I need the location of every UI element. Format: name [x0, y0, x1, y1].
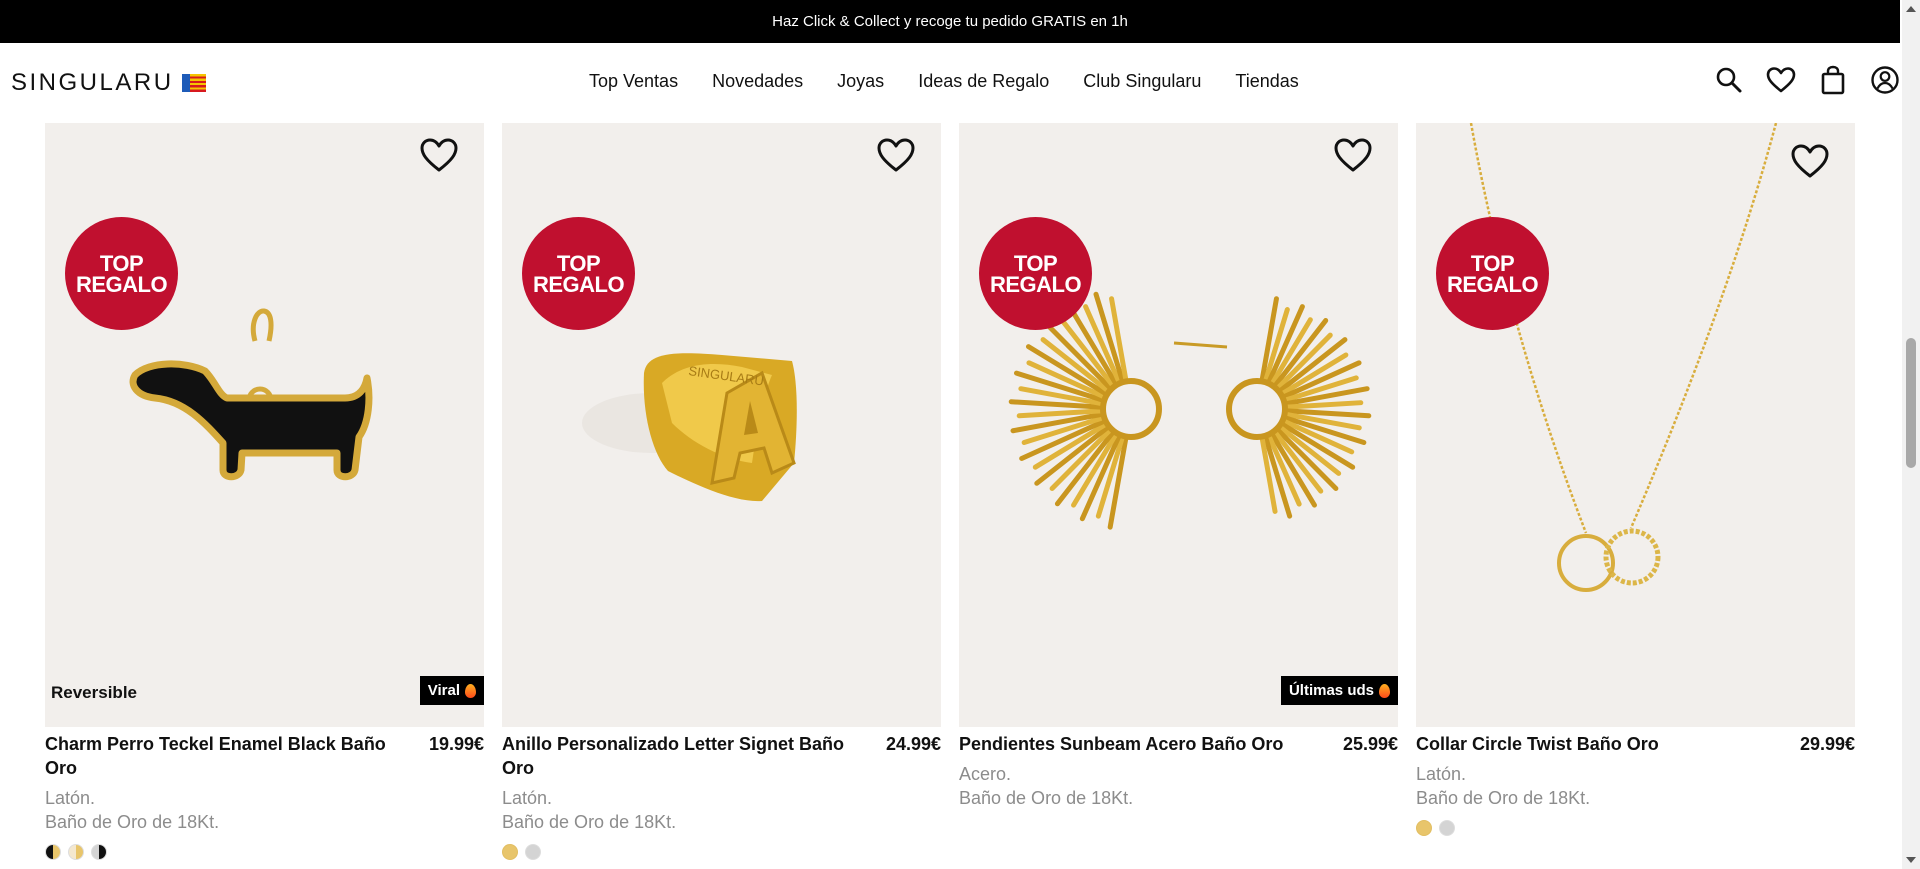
badge-line-1: TOP [1013, 250, 1058, 276]
bag-icon[interactable] [1818, 65, 1848, 95]
product-title[interactable]: Collar Circle Twist Baño Oro [1416, 732, 1659, 756]
swatch-silver-black[interactable] [91, 844, 107, 860]
product-info: Anillo Personalizado Letter Signet Baño … [502, 732, 941, 860]
nav-ideas-de-regalo[interactable]: Ideas de Regalo [918, 71, 1049, 92]
product-price: 24.99€ [885, 734, 941, 754]
last-units-tag: Últimas uds [1280, 676, 1398, 705]
wishlist-heart-icon[interactable] [418, 134, 460, 176]
top-regalo-badge: TOP REGALO [65, 217, 178, 330]
badge-line-1: TOP [99, 250, 144, 276]
product-finish: Baño de Oro de 18Kt. [959, 788, 1134, 808]
main-nav: Top Ventas Novedades Joyas Ideas de Rega… [589, 71, 1299, 92]
product-image[interactable]: TOP REGALO [1416, 123, 1855, 727]
logo[interactable]: SINGULARU [11, 69, 206, 97]
product-image[interactable]: SINGULARU TOP REGALO [502, 123, 941, 727]
wishlist-heart-icon[interactable] [875, 134, 917, 176]
product-title[interactable]: Anillo Personalizado Letter Signet Baño … [502, 732, 847, 780]
flame-icon [1379, 683, 1390, 698]
badge-line-2: REGALO [1446, 271, 1539, 297]
swatch-gold[interactable] [1416, 820, 1432, 836]
earring-hub [1100, 378, 1162, 440]
promo-text: Haz Click & Collect y recoge tu pedido G… [772, 13, 1128, 30]
product-info: Charm Perro Teckel Enamel Black Baño Oro… [45, 732, 484, 860]
product-price: 25.99€ [1342, 734, 1398, 754]
scroll-down-arrow-icon[interactable] [1906, 857, 1916, 863]
product-material: Latón. [502, 788, 553, 808]
viral-tag: Viral [419, 676, 484, 705]
user-icon[interactable] [1870, 65, 1900, 95]
valencia-flag-icon [181, 74, 206, 92]
product-image[interactable]: TOP REGALO Últimas uds [959, 123, 1398, 727]
product-price: 19.99€ [428, 734, 484, 754]
product-finish: Baño de Oro de 18Kt. [45, 812, 220, 832]
product-title[interactable]: Charm Perro Teckel Enamel Black Baño Oro [45, 732, 390, 780]
color-swatches [502, 844, 941, 860]
top-regalo-badge: TOP REGALO [979, 217, 1092, 330]
color-swatches [45, 844, 484, 860]
badge-line-1: TOP [1470, 250, 1515, 276]
nav-joyas[interactable]: Joyas [837, 71, 884, 92]
wishlist-heart-icon[interactable] [1789, 140, 1831, 182]
badge-line-1: TOP [556, 250, 601, 276]
scrollbar-thumb[interactable] [1906, 338, 1916, 468]
scroll-up-arrow-icon[interactable] [1906, 6, 1916, 12]
product-finish: Baño de Oro de 18Kt. [1416, 788, 1591, 808]
earring-hub [1226, 378, 1288, 440]
swatch-gold-cream[interactable] [68, 844, 84, 860]
top-regalo-badge: TOP REGALO [1436, 217, 1549, 330]
badge-line-2: REGALO [75, 271, 168, 297]
product-material: Latón. [45, 788, 96, 808]
site-header: SINGULARU Top Ventas Novedades Joyas Ide… [0, 43, 1900, 122]
nav-top-ventas[interactable]: Top Ventas [589, 71, 678, 92]
swatch-silver[interactable] [525, 844, 541, 860]
nav-club-singularu[interactable]: Club Singularu [1083, 71, 1201, 92]
product-title[interactable]: Pendientes Sunbeam Acero Baño Oro [959, 732, 1283, 756]
reversible-tag: Reversible [51, 683, 137, 702]
color-swatches [1416, 820, 1855, 836]
header-actions [1714, 65, 1900, 95]
letter-ring-image: SINGULARU [582, 353, 797, 502]
swatch-gold-black[interactable] [45, 844, 61, 860]
search-icon[interactable] [1714, 65, 1744, 95]
badge-line-2: REGALO [532, 271, 625, 297]
swatch-gold[interactable] [502, 844, 518, 860]
last-units-tag-label: Últimas uds [1288, 682, 1374, 699]
product-image[interactable]: TOP REGALO Reversible Viral [45, 123, 484, 727]
teckel-charm-image [129, 308, 373, 481]
product-finish: Baño de Oro de 18Kt. [502, 812, 677, 832]
nav-novedades[interactable]: Novedades [712, 71, 803, 92]
page-scrollbar[interactable] [1902, 0, 1920, 869]
sunbeam-earrings-image [1008, 291, 1372, 530]
swatch-silver[interactable] [1439, 820, 1455, 836]
circle-twist-necklace-image [1469, 123, 1778, 592]
flame-icon [465, 683, 476, 698]
product-info: Pendientes Sunbeam Acero Baño Oro 25.99€… [959, 732, 1398, 810]
product-info: Collar Circle Twist Baño Oro 29.99€ Lató… [1416, 732, 1855, 836]
promo-bar[interactable]: Haz Click & Collect y recoge tu pedido G… [0, 0, 1900, 43]
product-material: Latón. [1416, 764, 1467, 784]
product-price: 29.99€ [1799, 734, 1855, 754]
heart-icon[interactable] [1766, 65, 1796, 95]
top-regalo-badge: TOP REGALO [522, 217, 635, 330]
badge-line-2: REGALO [989, 271, 1082, 297]
viral-tag-label: Viral [427, 682, 460, 699]
logo-text: SINGULARU [11, 69, 174, 96]
wishlist-heart-icon[interactable] [1332, 134, 1374, 176]
nav-tiendas[interactable]: Tiendas [1235, 71, 1298, 92]
product-material: Acero. [959, 764, 1012, 784]
